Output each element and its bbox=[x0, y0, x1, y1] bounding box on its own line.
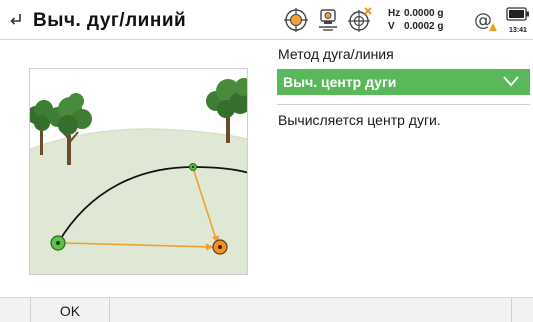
v-value: 0.0002 g bbox=[404, 21, 444, 32]
page-title: Выч. дуг/линий bbox=[33, 10, 187, 31]
v-label: V bbox=[388, 21, 395, 32]
divider bbox=[277, 104, 530, 105]
hz-value: 0.0000 g bbox=[404, 8, 444, 19]
softkey-separator bbox=[511, 298, 512, 322]
title-bar: Выч. дуг/линий Hz0.0000 g V 0.0002 g @ bbox=[0, 0, 533, 40]
method-dropdown[interactable]: Выч. центр дуги bbox=[277, 69, 530, 95]
svg-text:@: @ bbox=[474, 10, 492, 31]
back-button[interactable] bbox=[5, 9, 27, 31]
hz-label: Hz bbox=[388, 8, 401, 19]
info-text: Вычисляется центр дуги. bbox=[278, 112, 441, 128]
battery-icon bbox=[506, 7, 529, 21]
ok-button[interactable]: OK bbox=[31, 298, 110, 322]
method-value: Выч. центр дуги bbox=[283, 74, 397, 90]
method-label: Метод дуга/линия bbox=[278, 46, 394, 62]
arc-illustration bbox=[29, 68, 248, 275]
battery-indicator: 13:41 bbox=[506, 7, 530, 35]
angle-readout: Hz 0.0000 g V 0.0002 g bbox=[388, 7, 443, 33]
arc-diagram bbox=[30, 78, 247, 274]
chevron-down-icon bbox=[503, 76, 519, 87]
back-icon bbox=[10, 14, 21, 25]
target-cross-icon[interactable] bbox=[347, 7, 373, 33]
at-icon[interactable]: @ bbox=[472, 7, 500, 33]
clock: 13:41 bbox=[509, 27, 527, 34]
softkey-bar: OK bbox=[0, 297, 533, 322]
target-icon[interactable] bbox=[283, 7, 309, 33]
instrument-icon[interactable] bbox=[315, 7, 341, 33]
